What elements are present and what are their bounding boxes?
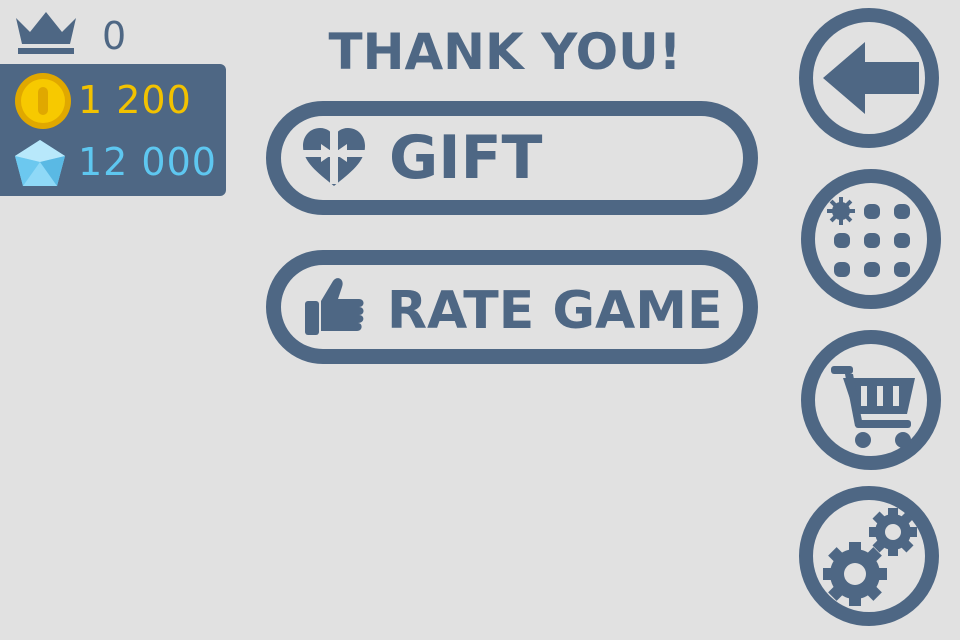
gears-icon bbox=[823, 508, 917, 606]
back-arrow-icon bbox=[823, 42, 919, 114]
crown-icon bbox=[16, 12, 76, 54]
gift-label: GIFT bbox=[389, 123, 543, 193]
thumbs-up-icon bbox=[305, 278, 364, 335]
levels-button[interactable] bbox=[801, 169, 941, 309]
gem-balance: 12 000 bbox=[78, 140, 217, 184]
coin-balance: 1 200 bbox=[78, 78, 192, 122]
settings-button[interactable] bbox=[799, 486, 939, 626]
best-score: 0 bbox=[102, 14, 127, 58]
rate-game-label: RATE GAME bbox=[387, 281, 723, 341]
gift-heart-icon bbox=[303, 128, 365, 186]
back-button[interactable] bbox=[799, 8, 939, 148]
rate-game-button[interactable]: RATE GAME bbox=[266, 250, 758, 364]
shopping-cart-icon bbox=[831, 366, 915, 448]
gift-button[interactable]: GIFT bbox=[266, 101, 758, 215]
levels-grid-icon bbox=[827, 197, 910, 277]
coin-icon bbox=[15, 73, 71, 129]
shop-button[interactable] bbox=[801, 330, 941, 470]
page-title: THANK YOU! bbox=[328, 23, 682, 81]
diamond-icon bbox=[15, 140, 65, 186]
